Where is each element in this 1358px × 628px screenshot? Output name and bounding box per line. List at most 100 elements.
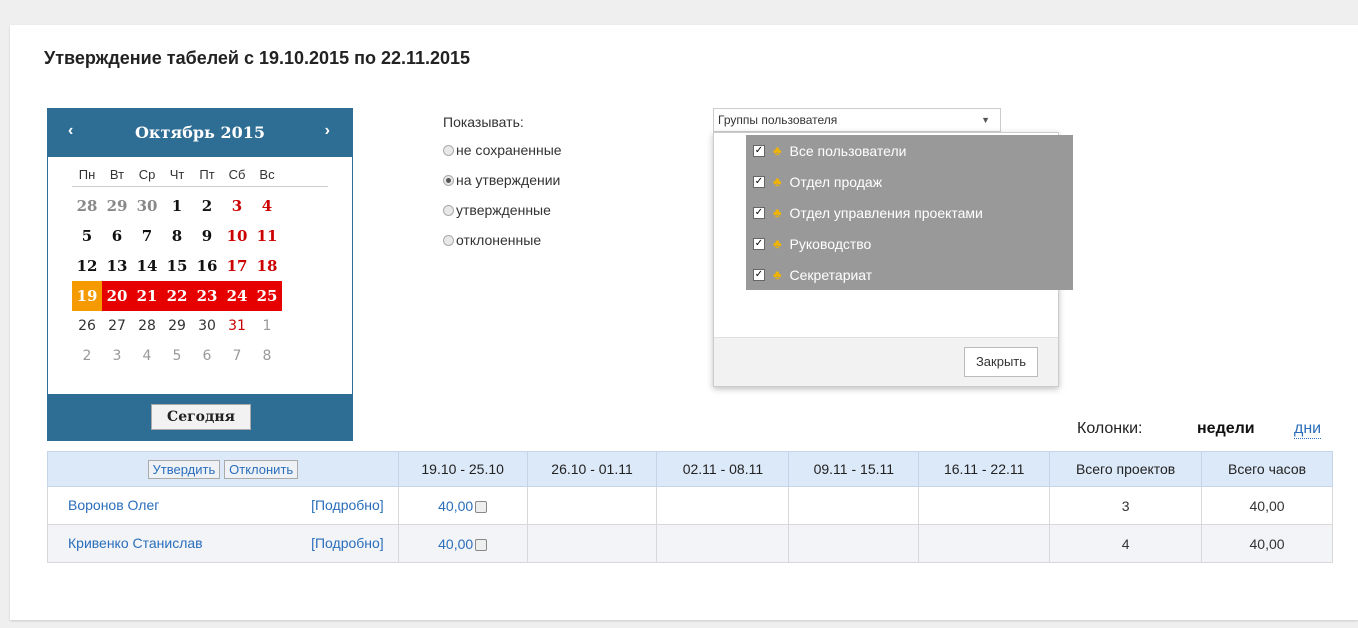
close-button[interactable]: Закрыть	[964, 347, 1038, 377]
checkbox-checked-icon[interactable]: ✓	[753, 237, 765, 250]
week-hours-link[interactable]: 40,00	[438, 498, 473, 514]
calendar-day[interactable]: 29	[162, 311, 192, 341]
calendar-day-selected[interactable]: 23	[192, 281, 222, 311]
calendar-day[interactable]: 7	[132, 221, 162, 251]
calendar-day[interactable]: 9	[192, 221, 222, 251]
calendar-day[interactable]: 14	[132, 251, 162, 281]
radio-unsaved[interactable]: не сохраненные	[443, 142, 562, 158]
calendar-day[interactable]: 7	[222, 341, 252, 371]
calendar-day[interactable]: 2	[72, 341, 102, 371]
radio-circle-icon[interactable]	[443, 204, 454, 216]
calendar-day-selected[interactable]: 25	[252, 281, 282, 311]
column-header: 16.11 - 22.11	[918, 451, 1051, 487]
employee-cell: Воронов Олег [Подробно]	[47, 486, 399, 525]
calendar-day[interactable]: 4	[132, 341, 162, 371]
calendar-day-selected[interactable]: 24	[222, 281, 252, 311]
columns-days-link[interactable]: дни	[1294, 420, 1322, 439]
calendar-day[interactable]: 1	[162, 191, 192, 221]
calendar-day[interactable]: 30	[192, 311, 222, 341]
group-item[interactable]: ✓ ♣ Руководство	[746, 228, 1073, 259]
today-button[interactable]: Сегодня	[151, 404, 251, 430]
calendar-week: 2 3 4 5 6 7 8	[72, 341, 328, 371]
group-item[interactable]: ✓ ♣ Секретариат	[746, 259, 1073, 290]
week-cell	[788, 524, 920, 563]
calendar-day[interactable]: 28	[72, 191, 102, 221]
row-checkbox[interactable]	[475, 538, 488, 551]
calendar-day-today[interactable]: 19	[72, 281, 102, 311]
group-label: Секретариат	[789, 266, 873, 283]
calendar-day[interactable]: 6	[192, 341, 222, 371]
calendar-day[interactable]: 31	[222, 311, 252, 341]
calendar-day[interactable]: 29	[102, 191, 132, 221]
reject-button[interactable]: Отклонить	[224, 459, 299, 479]
radio-checked-icon[interactable]	[443, 174, 454, 186]
calendar-day[interactable]: 5	[162, 341, 192, 371]
next-month-icon[interactable]: ›	[325, 122, 330, 140]
calendar-day[interactable]: 26	[72, 311, 102, 341]
column-header: 19.10 - 25.10	[397, 451, 528, 487]
calendar-day[interactable]: 2	[192, 191, 222, 221]
calendar-day[interactable]: 17	[222, 251, 252, 281]
employee-name-link[interactable]: Воронов Олег	[68, 497, 159, 513]
radio-circle-icon[interactable]	[443, 234, 454, 246]
calendar-day[interactable]: 3	[102, 341, 132, 371]
group-item[interactable]: ✓ ♣ Отдел управления проектами	[746, 197, 1073, 228]
checkbox-checked-icon[interactable]: ✓	[753, 268, 765, 281]
calendar-day-selected[interactable]: 22	[162, 281, 192, 311]
weekday-label: Ср	[138, 167, 156, 182]
user-groups-list: ✓ ♣ Все пользователи ✓ ♣ Отдел продаж ✓ …	[746, 135, 1073, 290]
calendar-week: 28 29 30 1 2 3 4	[72, 191, 328, 221]
group-item[interactable]: ✓ ♣ Все пользователи	[746, 135, 1073, 166]
calendar-day[interactable]: 15	[162, 251, 192, 281]
column-header: 09.11 - 15.11	[788, 451, 920, 487]
calendar-day[interactable]: 5	[72, 221, 102, 251]
column-header: 02.11 - 08.11	[656, 451, 790, 487]
total-hours-cell: 40,00	[1201, 486, 1333, 525]
radio-approved[interactable]: утвержденные	[443, 202, 551, 218]
table-row: Воронов Олег [Подробно] 40,00 3 40,00	[47, 486, 1333, 525]
week-cell: 40,00	[397, 486, 528, 525]
weekday-label: Вт	[109, 167, 125, 182]
dropdown-arrow-icon[interactable]: ▼	[981, 109, 990, 131]
user-groups-select[interactable]: Группы пользователя ▼	[713, 108, 1001, 132]
calendar-day[interactable]: 18	[252, 251, 282, 281]
calendar-day[interactable]: 4	[252, 191, 282, 221]
calendar-day[interactable]: 1	[252, 311, 282, 341]
calendar-day[interactable]: 6	[102, 221, 132, 251]
checkbox-checked-icon[interactable]: ✓	[753, 144, 765, 157]
group-item[interactable]: ✓ ♣ Отдел продаж	[746, 166, 1073, 197]
calendar-day[interactable]: 27	[102, 311, 132, 341]
radio-rejected[interactable]: отклоненные	[443, 232, 541, 248]
table-row: Кривенко Станислав [Подробно] 40,00 4 40…	[47, 524, 1333, 563]
calendar-day[interactable]: 13	[102, 251, 132, 281]
weekday-header: Пн Вт Ср Чт Пт Сб Вс	[72, 167, 328, 187]
employee-name-link[interactable]: Кривенко Станислав	[68, 535, 203, 551]
calendar-day[interactable]: 10	[222, 221, 252, 251]
week-cell	[918, 524, 1051, 563]
week-cell	[526, 486, 658, 525]
week-hours-link[interactable]: 40,00	[438, 536, 473, 552]
user-groups-select-value: Группы пользователя	[718, 113, 838, 127]
calendar-day[interactable]: 8	[162, 221, 192, 251]
users-group-icon: ♣	[773, 267, 782, 282]
calendar-day[interactable]: 12	[72, 251, 102, 281]
radio-pending[interactable]: на утверждении	[443, 172, 560, 188]
calendar-day[interactable]: 28	[132, 311, 162, 341]
calendar: ‹ Октябрь 2015 › Пн Вт Ср Чт Пт Сб Вс 28…	[47, 108, 353, 441]
row-checkbox[interactable]	[475, 500, 488, 513]
calendar-day[interactable]: 11	[252, 221, 282, 251]
details-link[interactable]: [Подробно]	[311, 535, 384, 551]
calendar-day[interactable]: 8	[252, 341, 282, 371]
details-link[interactable]: [Подробно]	[311, 497, 384, 513]
checkbox-checked-icon[interactable]: ✓	[753, 206, 765, 219]
calendar-day-selected[interactable]: 21	[132, 281, 162, 311]
calendar-day-selected[interactable]: 20	[102, 281, 132, 311]
weekday-label: Вс	[259, 167, 275, 182]
radio-circle-icon[interactable]	[443, 144, 454, 156]
calendar-day[interactable]: 3	[222, 191, 252, 221]
group-label: Отдел управления проектами	[789, 204, 983, 221]
checkbox-checked-icon[interactable]: ✓	[753, 175, 765, 188]
calendar-day[interactable]: 16	[192, 251, 222, 281]
approve-button[interactable]: Утвердить	[147, 459, 221, 479]
calendar-day[interactable]: 30	[132, 191, 162, 221]
